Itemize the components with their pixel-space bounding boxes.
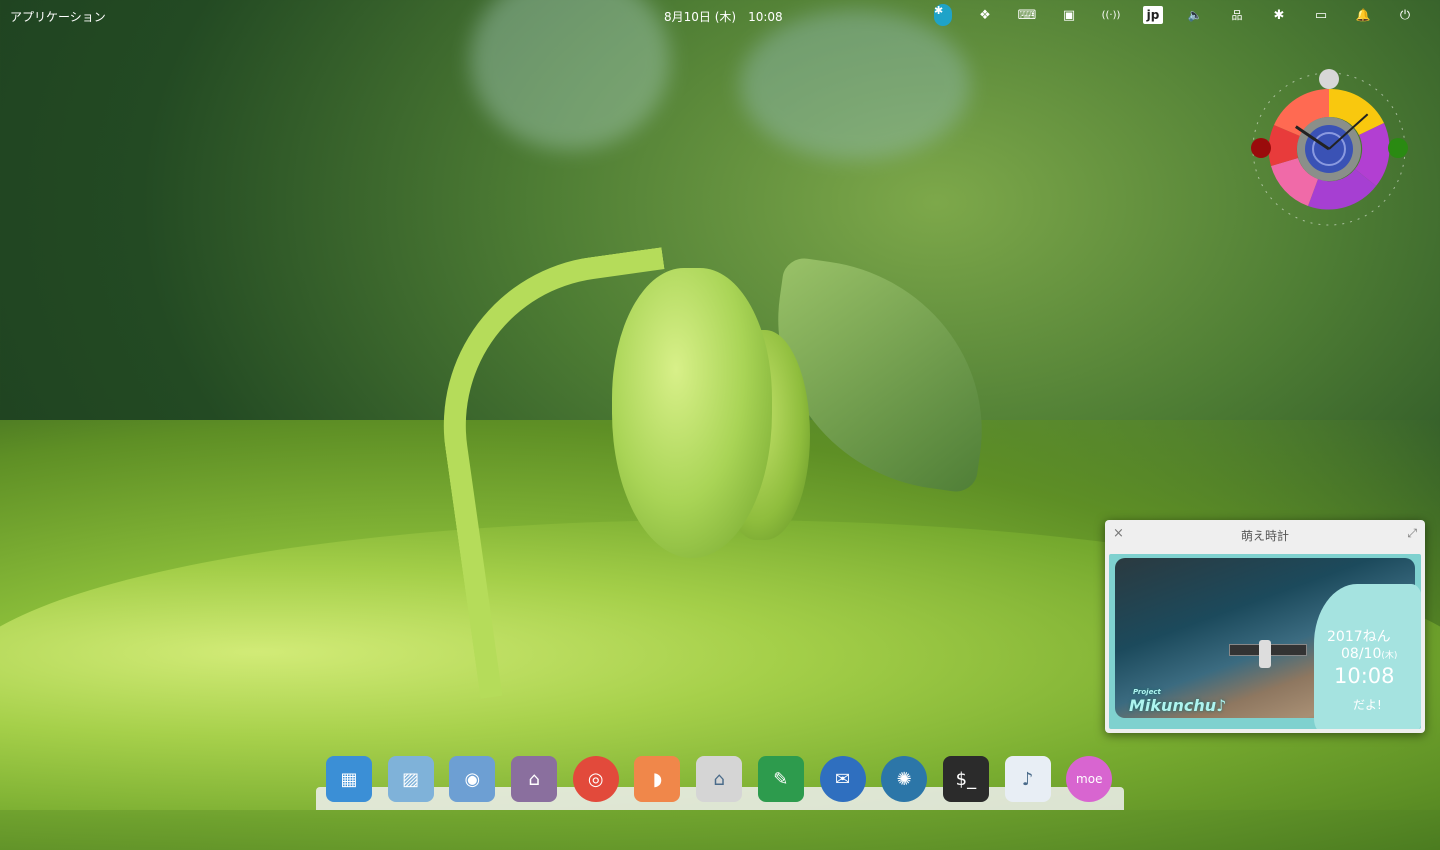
network-icon[interactable]: 品 <box>1216 4 1258 26</box>
date-time-indicator[interactable]: 8月10日 (木) 10:08 <box>664 8 783 25</box>
clock-top-knob <box>1319 69 1339 89</box>
wireless-icon[interactable]: ((·)) <box>1090 4 1132 26</box>
bluetooth-icon[interactable]: ✱ <box>1258 4 1300 26</box>
chrome-icon[interactable]: ◎ <box>572 756 619 802</box>
radial-clock-widget[interactable] <box>1248 68 1410 230</box>
power-icon[interactable]: ⏻ <box>1384 4 1426 26</box>
system-settings-icon[interactable]: ◉ <box>449 756 496 802</box>
window-titlebar[interactable]: × 萌え時計 ⤢ <box>1105 520 1425 550</box>
input-method-icon[interactable]: jp <box>1132 4 1174 26</box>
beatbox-music-icon[interactable]: ♪ <box>1004 756 1051 802</box>
tokei-display: 2017ねん 08/10(木) 10:08 だよ! Project Mikunch… <box>1109 554 1421 729</box>
monitor-icon[interactable]: ▣ <box>1048 4 1090 26</box>
sprout-seed <box>612 268 772 558</box>
thunderbird-icon[interactable]: ✉ <box>819 756 866 802</box>
mikunchu-brand: Project Mikunchu♪ <box>1129 688 1227 715</box>
satellite-body <box>1259 640 1271 668</box>
indicator-area: ✱ ❖ ⌨ ▣ ((·)) jp 🔈 品 ✱ ▭ 🔔 ⏻ <box>922 4 1426 26</box>
top-panel: アプリケーション 8月10日 (木) 10:08 ✱ ❖ ⌨ ▣ ((·)) j… <box>0 0 1440 30</box>
dock: ▦ ▨ ◉ ⌂ ◎ ◗ ⌂ ✎ ✉ ✺ $_ ♪ moe <box>326 756 1113 802</box>
maximize-icon[interactable]: ⤢ <box>1407 526 1417 541</box>
applications-menu[interactable]: アプリケーション <box>10 8 106 25</box>
terminal-icon[interactable]: $_ <box>942 756 989 802</box>
tokei-date: 08/10(木) <box>1341 646 1398 662</box>
files-icon[interactable]: ⌂ <box>696 756 743 802</box>
app-center-icon[interactable]: ⌂ <box>511 756 558 802</box>
clock-left-knob <box>1251 138 1271 158</box>
inkscape-icon[interactable]: ✎ <box>757 756 804 802</box>
keyboard-icon[interactable]: ⌨ <box>1006 4 1048 26</box>
multitasking-view-icon[interactable]: ▦ <box>326 756 372 802</box>
tokei-year: 2017ねん <box>1327 629 1391 645</box>
volume-icon[interactable]: 🔈 <box>1174 4 1216 26</box>
window-title: 萌え時計 <box>1240 528 1289 543</box>
bokeh-light <box>740 10 970 160</box>
dropbox-icon[interactable]: ❖ <box>964 4 1006 26</box>
tokei-suffix: だよ! <box>1353 698 1382 712</box>
orange-app-icon[interactable]: ◗ <box>634 756 681 802</box>
bluetooth-app-icon[interactable]: ✱ <box>922 4 964 26</box>
moe-tokei-window: × 萌え時計 ⤢ 2017ねん 08/10(木) 10:08 だよ! Proje… <box>1105 520 1425 733</box>
notification-bell-icon[interactable]: 🔔 <box>1342 4 1384 26</box>
photos-icon[interactable]: ▨ <box>387 756 434 802</box>
tokei-time: 10:08 <box>1334 664 1395 688</box>
close-icon[interactable]: × <box>1113 526 1124 541</box>
battery-icon[interactable]: ▭ <box>1300 4 1342 26</box>
moe-tokei-icon[interactable]: moe <box>1066 756 1113 802</box>
shutter-icon[interactable]: ✺ <box>881 756 928 802</box>
clock-right-knob <box>1388 138 1408 158</box>
